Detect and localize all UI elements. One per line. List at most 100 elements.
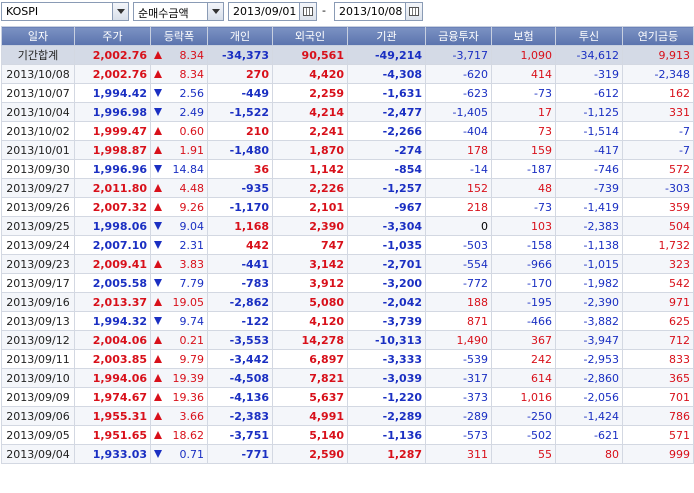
row-investment-trust: -739 xyxy=(555,178,623,198)
table-row[interactable]: 2013/09/27 2,011.80 4.48 -935 2,226 -1,257 152… xyxy=(1,178,694,198)
row-pension: 999 xyxy=(622,444,694,464)
row-insurance: -466 xyxy=(491,311,556,331)
total-change: 8.34 xyxy=(179,48,205,62)
table-row[interactable]: 2013/09/23 2,009.41 3.83 -441 3,142 -2,701 -55… xyxy=(1,254,694,274)
metric-dropdown-button[interactable] xyxy=(207,3,223,20)
row-institution: -1,257 xyxy=(347,178,426,198)
row-date: 2013/10/02 xyxy=(1,121,75,141)
metric-select[interactable]: 순매수금액 xyxy=(133,2,224,21)
row-financial-investment: 152 xyxy=(425,178,492,198)
col-header-individual[interactable]: 개인 xyxy=(207,26,273,46)
row-investment-trust: -1,015 xyxy=(555,254,623,274)
col-header-institution[interactable]: 기관 xyxy=(347,26,426,46)
col-header-investment-trust[interactable]: 투신 xyxy=(555,26,623,46)
row-foreign: 4,991 xyxy=(272,406,348,426)
row-change-cell: 7.79 xyxy=(150,273,208,293)
row-investment-trust: -1,125 xyxy=(555,102,623,122)
row-investment-trust: -746 xyxy=(555,159,623,179)
table-row[interactable]: 2013/09/05 1,951.65 18.62 -3,751 5,140 -1,136… xyxy=(1,425,694,445)
table-row[interactable]: 2013/09/30 1,996.96 14.84 36 1,142 -854 -14 -18… xyxy=(1,159,694,179)
start-date-field[interactable]: 2013/09/01 xyxy=(228,2,317,21)
row-price: 1,999.47 xyxy=(74,121,151,141)
row-date: 2013/09/30 xyxy=(1,159,75,179)
table-row[interactable]: 2013/10/08 2,002.76 8.34 270 4,420 -4,308 -620… xyxy=(1,64,694,84)
row-institution: -2,701 xyxy=(347,254,426,274)
col-header-date[interactable]: 일자 xyxy=(1,26,75,46)
col-header-change[interactable]: 등락폭 xyxy=(150,26,208,46)
table-row[interactable]: 2013/09/17 2,005.58 7.79 -783 3,912 -3,200 -77… xyxy=(1,273,694,293)
row-change: 19.39 xyxy=(172,371,205,385)
end-date-value: 2013/10/08 xyxy=(339,5,403,18)
col-header-pension[interactable]: 연기금등 xyxy=(622,26,694,46)
row-change-cell: 9.04 xyxy=(150,216,208,236)
col-header-price[interactable]: 주가 xyxy=(74,26,151,46)
row-individual: 1,168 xyxy=(207,216,273,236)
table-row[interactable]: 2013/09/24 2,007.10 2.31 442 747 -1,035 -503 -1… xyxy=(1,235,694,255)
table-row[interactable]: 2013/10/07 1,994.42 2.56 -449 2,259 -1,631 -62… xyxy=(1,83,694,103)
row-change-cell: 3.66 xyxy=(150,406,208,426)
end-date-field[interactable]: 2013/10/08 xyxy=(334,2,423,21)
table-row[interactable]: 2013/09/13 1,994.32 9.74 -122 4,120 -3,739 871… xyxy=(1,311,694,331)
row-insurance: 414 xyxy=(491,64,556,84)
table-row[interactable]: 2013/09/26 2,007.32 9.26 -1,170 2,101 -967 218… xyxy=(1,197,694,217)
total-change-cell: 8.34 xyxy=(150,45,208,65)
col-header-insurance[interactable]: 보험 xyxy=(491,26,556,46)
row-insurance: -966 xyxy=(491,254,556,274)
row-change-cell: 19.36 xyxy=(150,387,208,407)
row-change-cell: 19.39 xyxy=(150,368,208,388)
row-foreign: 7,821 xyxy=(272,368,348,388)
table-row[interactable]: 2013/09/12 2,004.06 0.21 -3,553 14,278 -10,31… xyxy=(1,330,694,350)
total-financial-investment: -3,717 xyxy=(425,45,492,65)
row-price: 2,013.37 xyxy=(74,292,151,312)
start-calendar-button[interactable] xyxy=(299,3,316,20)
row-financial-investment: -620 xyxy=(425,64,492,84)
row-change: 9.26 xyxy=(179,200,205,214)
market-select[interactable]: KOSPI xyxy=(1,2,129,21)
row-financial-investment: -573 xyxy=(425,425,492,445)
row-date: 2013/09/25 xyxy=(1,216,75,236)
change-arrow-icon xyxy=(154,127,162,135)
table-row[interactable]: 2013/09/11 2,003.85 9.79 -3,442 6,897 -3,333-… xyxy=(1,349,694,369)
table-row[interactable]: 2013/09/04 1,933.03 0.71 -771 2,590 1,287 311 5… xyxy=(1,444,694,464)
row-date: 2013/09/06 xyxy=(1,406,75,426)
row-foreign: 3,142 xyxy=(272,254,348,274)
row-institution: -10,313 xyxy=(347,330,426,350)
row-change: 9.04 xyxy=(179,219,205,233)
table-row[interactable]: 2013/09/09 1,974.67 19.36 -4,136 5,637 -1,220… xyxy=(1,387,694,407)
row-foreign: 5,637 xyxy=(272,387,348,407)
row-insurance: 103 xyxy=(491,216,556,236)
row-insurance: 55 xyxy=(491,444,556,464)
table-row[interactable]: 2013/10/02 1,999.47 0.60 210 2,241 -2,266 -404… xyxy=(1,121,694,141)
period-total-row[interactable]: 기간합계 2,002.76 8.34 -34,373 90,561 -49,21… xyxy=(1,45,694,65)
col-header-financial-investment[interactable]: 금융투자 xyxy=(425,26,492,46)
table-row[interactable]: 2013/10/01 1,998.87 1.91 -1,480 1,870 -274 178… xyxy=(1,140,694,160)
table-row[interactable]: 2013/09/10 1,994.06 19.39 -4,508 7,821 -3,039… xyxy=(1,368,694,388)
end-calendar-button[interactable] xyxy=(405,3,422,20)
row-change-cell: 9.26 xyxy=(150,197,208,217)
row-price: 2,003.85 xyxy=(74,349,151,369)
row-investment-trust: -621 xyxy=(555,425,623,445)
row-financial-investment: -373 xyxy=(425,387,492,407)
row-individual: -441 xyxy=(207,254,273,274)
table-row[interactable]: 2013/09/16 2,013.37 19.05 -2,862 5,080 -2,042… xyxy=(1,292,694,312)
table-row[interactable]: 2013/09/06 1,955.31 3.66 -2,383 4,991 -2,289-… xyxy=(1,406,694,426)
table-row[interactable]: 2013/10/04 1,996.98 2.49 -1,522 4,214 -2,477-… xyxy=(1,102,694,122)
row-institution: -1,136 xyxy=(347,425,426,445)
row-price: 1,998.87 xyxy=(74,140,151,160)
row-change-cell: 3.83 xyxy=(150,254,208,274)
row-price: 1,933.03 xyxy=(74,444,151,464)
row-change: 9.79 xyxy=(179,352,205,366)
table-row[interactable]: 2013/09/25 1,998.06 9.04 1,168 2,390 -3,304 0 1… xyxy=(1,216,694,236)
col-header-foreign[interactable]: 외국인 xyxy=(272,26,348,46)
change-arrow-icon xyxy=(154,70,162,78)
row-insurance: 1,016 xyxy=(491,387,556,407)
row-price: 2,005.58 xyxy=(74,273,151,293)
row-price: 1,974.67 xyxy=(74,387,151,407)
row-investment-trust: -1,514 xyxy=(555,121,623,141)
row-individual: 442 xyxy=(207,235,273,255)
row-individual: -449 xyxy=(207,83,273,103)
change-arrow-icon xyxy=(154,374,162,382)
row-individual: -935 xyxy=(207,178,273,198)
row-insurance: -170 xyxy=(491,273,556,293)
market-dropdown-button[interactable] xyxy=(112,3,128,20)
